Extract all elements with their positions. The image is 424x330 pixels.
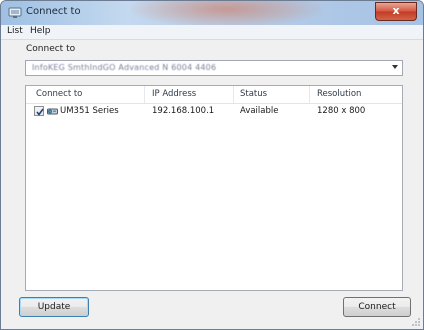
device-resolution: 1280 x 800 xyxy=(317,106,366,116)
title-bar[interactable]: Connect to x xyxy=(1,1,423,27)
column-divider[interactable] xyxy=(144,86,145,103)
projector-icon xyxy=(47,107,58,116)
window-title: Connect to xyxy=(26,6,81,17)
resize-grip-icon[interactable] xyxy=(411,317,421,327)
connect-button[interactable]: Connect xyxy=(343,297,411,317)
check-icon xyxy=(36,108,44,116)
column-resolution[interactable]: Resolution xyxy=(317,89,361,99)
title-glow xyxy=(131,1,321,27)
connection-select[interactable]: InfoKEG SmthIndGO Advanced N 6004 4406 xyxy=(25,60,403,76)
column-ip-address[interactable]: IP Address xyxy=(152,89,196,99)
chevron-down-icon[interactable] xyxy=(392,65,398,69)
device-name: UM351 Series xyxy=(60,106,119,116)
table-row[interactable]: UM351 Series 192.168.100.1 Available 128… xyxy=(26,104,402,120)
device-status: Available xyxy=(240,106,279,116)
menu-bar: List Help xyxy=(1,25,423,40)
column-divider[interactable] xyxy=(233,86,234,103)
menu-help[interactable]: Help xyxy=(30,26,51,36)
close-icon: x xyxy=(392,4,400,17)
device-checkbox[interactable] xyxy=(34,106,44,116)
device-ip: 192.168.100.1 xyxy=(152,106,215,116)
column-divider[interactable] xyxy=(309,86,310,103)
device-list: Connect to IP Address Status Resolution xyxy=(25,85,403,291)
app-icon xyxy=(8,5,22,19)
connect-to-label: Connect to xyxy=(26,44,76,54)
column-connect-to[interactable]: Connect to xyxy=(36,89,82,99)
list-header: Connect to IP Address Status Resolution xyxy=(26,86,402,104)
connection-select-value: InfoKEG SmthIndGO Advanced N 6004 4406 xyxy=(32,63,217,72)
menu-list[interactable]: List xyxy=(7,26,23,36)
dialog-body: Connect to InfoKEG SmthIndGO Advanced N … xyxy=(1,40,423,329)
connect-to-window: Connect to x List Help Connect to InfoKE… xyxy=(0,0,424,330)
update-button[interactable]: Update xyxy=(19,297,89,317)
close-button[interactable]: x xyxy=(375,2,417,21)
column-status[interactable]: Status xyxy=(240,89,267,99)
